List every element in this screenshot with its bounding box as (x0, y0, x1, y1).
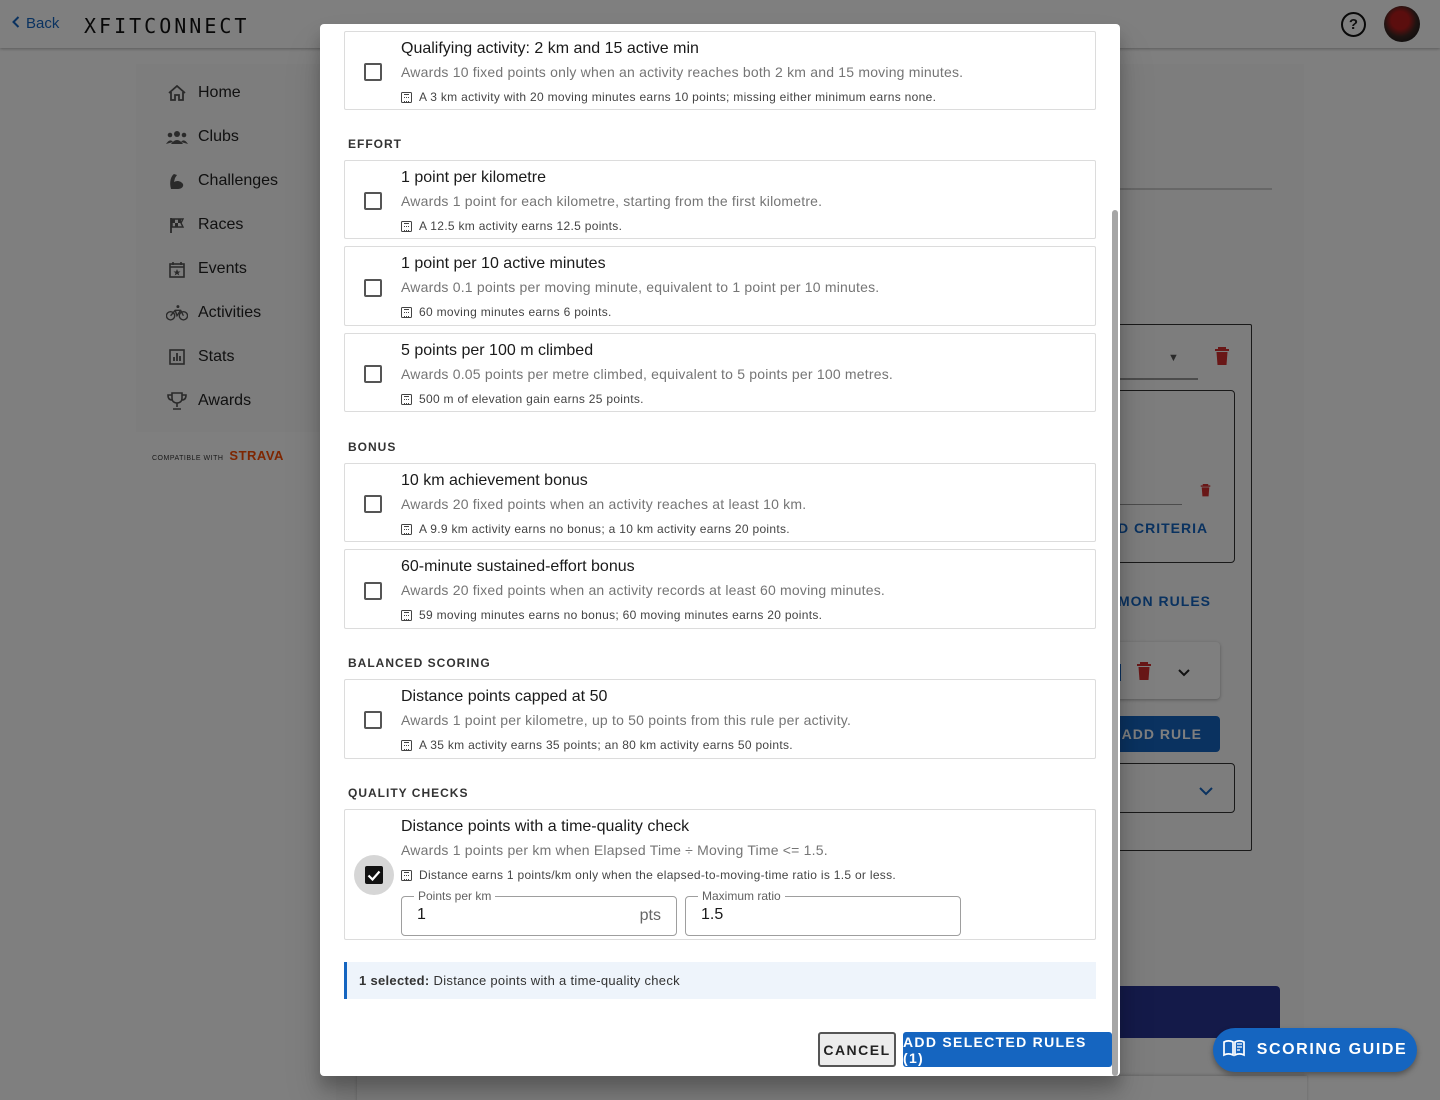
section-title-bonus: BONUS (348, 440, 397, 454)
rule-description: Awards 1 points per km when Elapsed Time… (401, 842, 828, 858)
calculator-icon (401, 393, 412, 405)
rule-example-text: A 9.9 km activity earns no bonus; a 10 k… (419, 522, 790, 536)
rule-title: 60-minute sustained-effort bonus (401, 558, 635, 575)
calculator-icon (401, 220, 412, 232)
rule-title: Qualifying activity: 2 km and 15 active … (401, 40, 699, 57)
calculator-icon (401, 869, 412, 881)
rule-example: 500 m of elevation gain earns 25 points. (401, 392, 644, 406)
rule-example: A 12.5 km activity earns 12.5 points. (401, 219, 622, 233)
rule-option-active-minutes[interactable]: 1 point per 10 active minutes Awards 0.1… (344, 246, 1096, 326)
rule-example-text: A 12.5 km activity earns 12.5 points. (419, 219, 623, 233)
rule-description: Awards 20 fixed points when an activity … (401, 496, 807, 512)
rule-description: Awards 1 point per kilometre, up to 50 p… (401, 712, 852, 728)
rule-example: A 9.9 km activity earns no bonus; a 10 k… (401, 522, 790, 536)
checkmark-icon (365, 866, 383, 884)
rule-checkbox[interactable] (364, 63, 382, 81)
rule-example: 60 moving minutes earns 6 points. (401, 305, 612, 319)
section-title-balanced-scoring: BALANCED SCORING (348, 656, 491, 670)
rule-description: Awards 0.05 points per metre climbed, eq… (401, 366, 893, 382)
rule-checkbox[interactable] (364, 279, 382, 297)
scoring-guide-label: SCORING GUIDE (1256, 1041, 1408, 1058)
rule-checkbox[interactable] (364, 192, 382, 210)
rule-option-time-quality-check[interactable]: Distance points with a time-quality chec… (344, 809, 1096, 940)
rule-checkbox-checked[interactable] (354, 855, 394, 895)
calculator-icon (401, 739, 412, 751)
rule-checkbox[interactable] (364, 711, 382, 729)
rule-example-text: Distance earns 1 points/km only when the… (419, 868, 897, 882)
rule-title: 1 point per kilometre (401, 169, 546, 186)
rule-example-text: 500 m of elevation gain earns 25 points. (419, 392, 644, 406)
rule-description: Awards 20 fixed points when an activity … (401, 582, 885, 598)
calculator-icon (401, 523, 412, 535)
rule-example-text: A 35 km activity earns 35 points; an 80 … (419, 738, 793, 752)
dialog-scrollbar[interactable] (1112, 210, 1118, 1076)
rule-title: 10 km achievement bonus (401, 472, 588, 489)
selection-names: Distance points with a time-quality chec… (433, 973, 680, 988)
rule-option-elevation[interactable]: 5 points per 100 m climbed Awards 0.05 p… (344, 333, 1096, 412)
rule-option-distance-capped[interactable]: Distance points capped at 50 Awards 1 po… (344, 679, 1096, 759)
rule-option-qualifying-activity[interactable]: Qualifying activity: 2 km and 15 active … (344, 31, 1096, 110)
add-selected-rules-button[interactable]: ADD SELECTED RULES (1) (903, 1032, 1112, 1067)
rule-checkbox[interactable] (364, 582, 382, 600)
cancel-button[interactable]: CANCEL (818, 1032, 896, 1067)
rule-example-text: 60 moving minutes earns 6 points. (419, 305, 612, 319)
rule-example: 59 moving minutes earns no bonus; 60 mov… (401, 608, 822, 622)
rule-title: 1 point per 10 active minutes (401, 255, 606, 272)
rule-example-text: 59 moving minutes earns no bonus; 60 mov… (419, 608, 823, 622)
rule-title: Distance points capped at 50 (401, 688, 608, 705)
rule-description: Awards 0.1 points per moving minute, equ… (401, 279, 880, 295)
selection-summary: 1 selected: Distance points with a time-… (344, 962, 1096, 999)
rule-example: Distance earns 1 points/km only when the… (401, 868, 896, 882)
selection-count: 1 selected: (359, 973, 430, 988)
maximum-ratio-input[interactable]: 1.5 (701, 906, 723, 924)
rule-example-text: A 3 km activity with 20 moving minutes e… (419, 90, 937, 104)
calculator-icon (401, 306, 412, 318)
points-per-km-field[interactable]: Points per km 1 pts (401, 889, 677, 936)
rule-title: Distance points with a time-quality chec… (401, 818, 690, 835)
maximum-ratio-field[interactable]: Maximum ratio 1.5 (685, 889, 961, 936)
field-label: Maximum ratio (698, 889, 785, 903)
points-per-km-input[interactable]: 1 (417, 906, 426, 924)
rule-checkbox[interactable] (364, 365, 382, 383)
rule-title: 5 points per 100 m climbed (401, 342, 594, 359)
open-book-icon (1222, 1039, 1245, 1062)
rule-checkbox[interactable] (364, 495, 382, 513)
section-title-effort: EFFORT (348, 137, 402, 151)
rule-option-60min-bonus[interactable]: 60-minute sustained-effort bonus Awards … (344, 549, 1096, 629)
field-label: Points per km (414, 889, 496, 903)
rule-description: Awards 10 fixed points only when an acti… (401, 64, 964, 80)
field-suffix: pts (639, 907, 661, 924)
rule-example: A 3 km activity with 20 moving minutes e… (401, 90, 936, 104)
calculator-icon (401, 91, 412, 103)
rule-description: Awards 1 point for each kilometre, start… (401, 193, 823, 209)
section-title-quality-checks: QUALITY CHECKS (348, 786, 469, 800)
calculator-icon (401, 609, 412, 621)
rule-option-points-per-km[interactable]: 1 point per kilometre Awards 1 point for… (344, 160, 1096, 239)
rule-example: A 35 km activity earns 35 points; an 80 … (401, 738, 793, 752)
rule-option-10km-bonus[interactable]: 10 km achievement bonus Awards 20 fixed … (344, 463, 1096, 542)
scoring-guide-button[interactable]: SCORING GUIDE (1213, 1028, 1417, 1072)
